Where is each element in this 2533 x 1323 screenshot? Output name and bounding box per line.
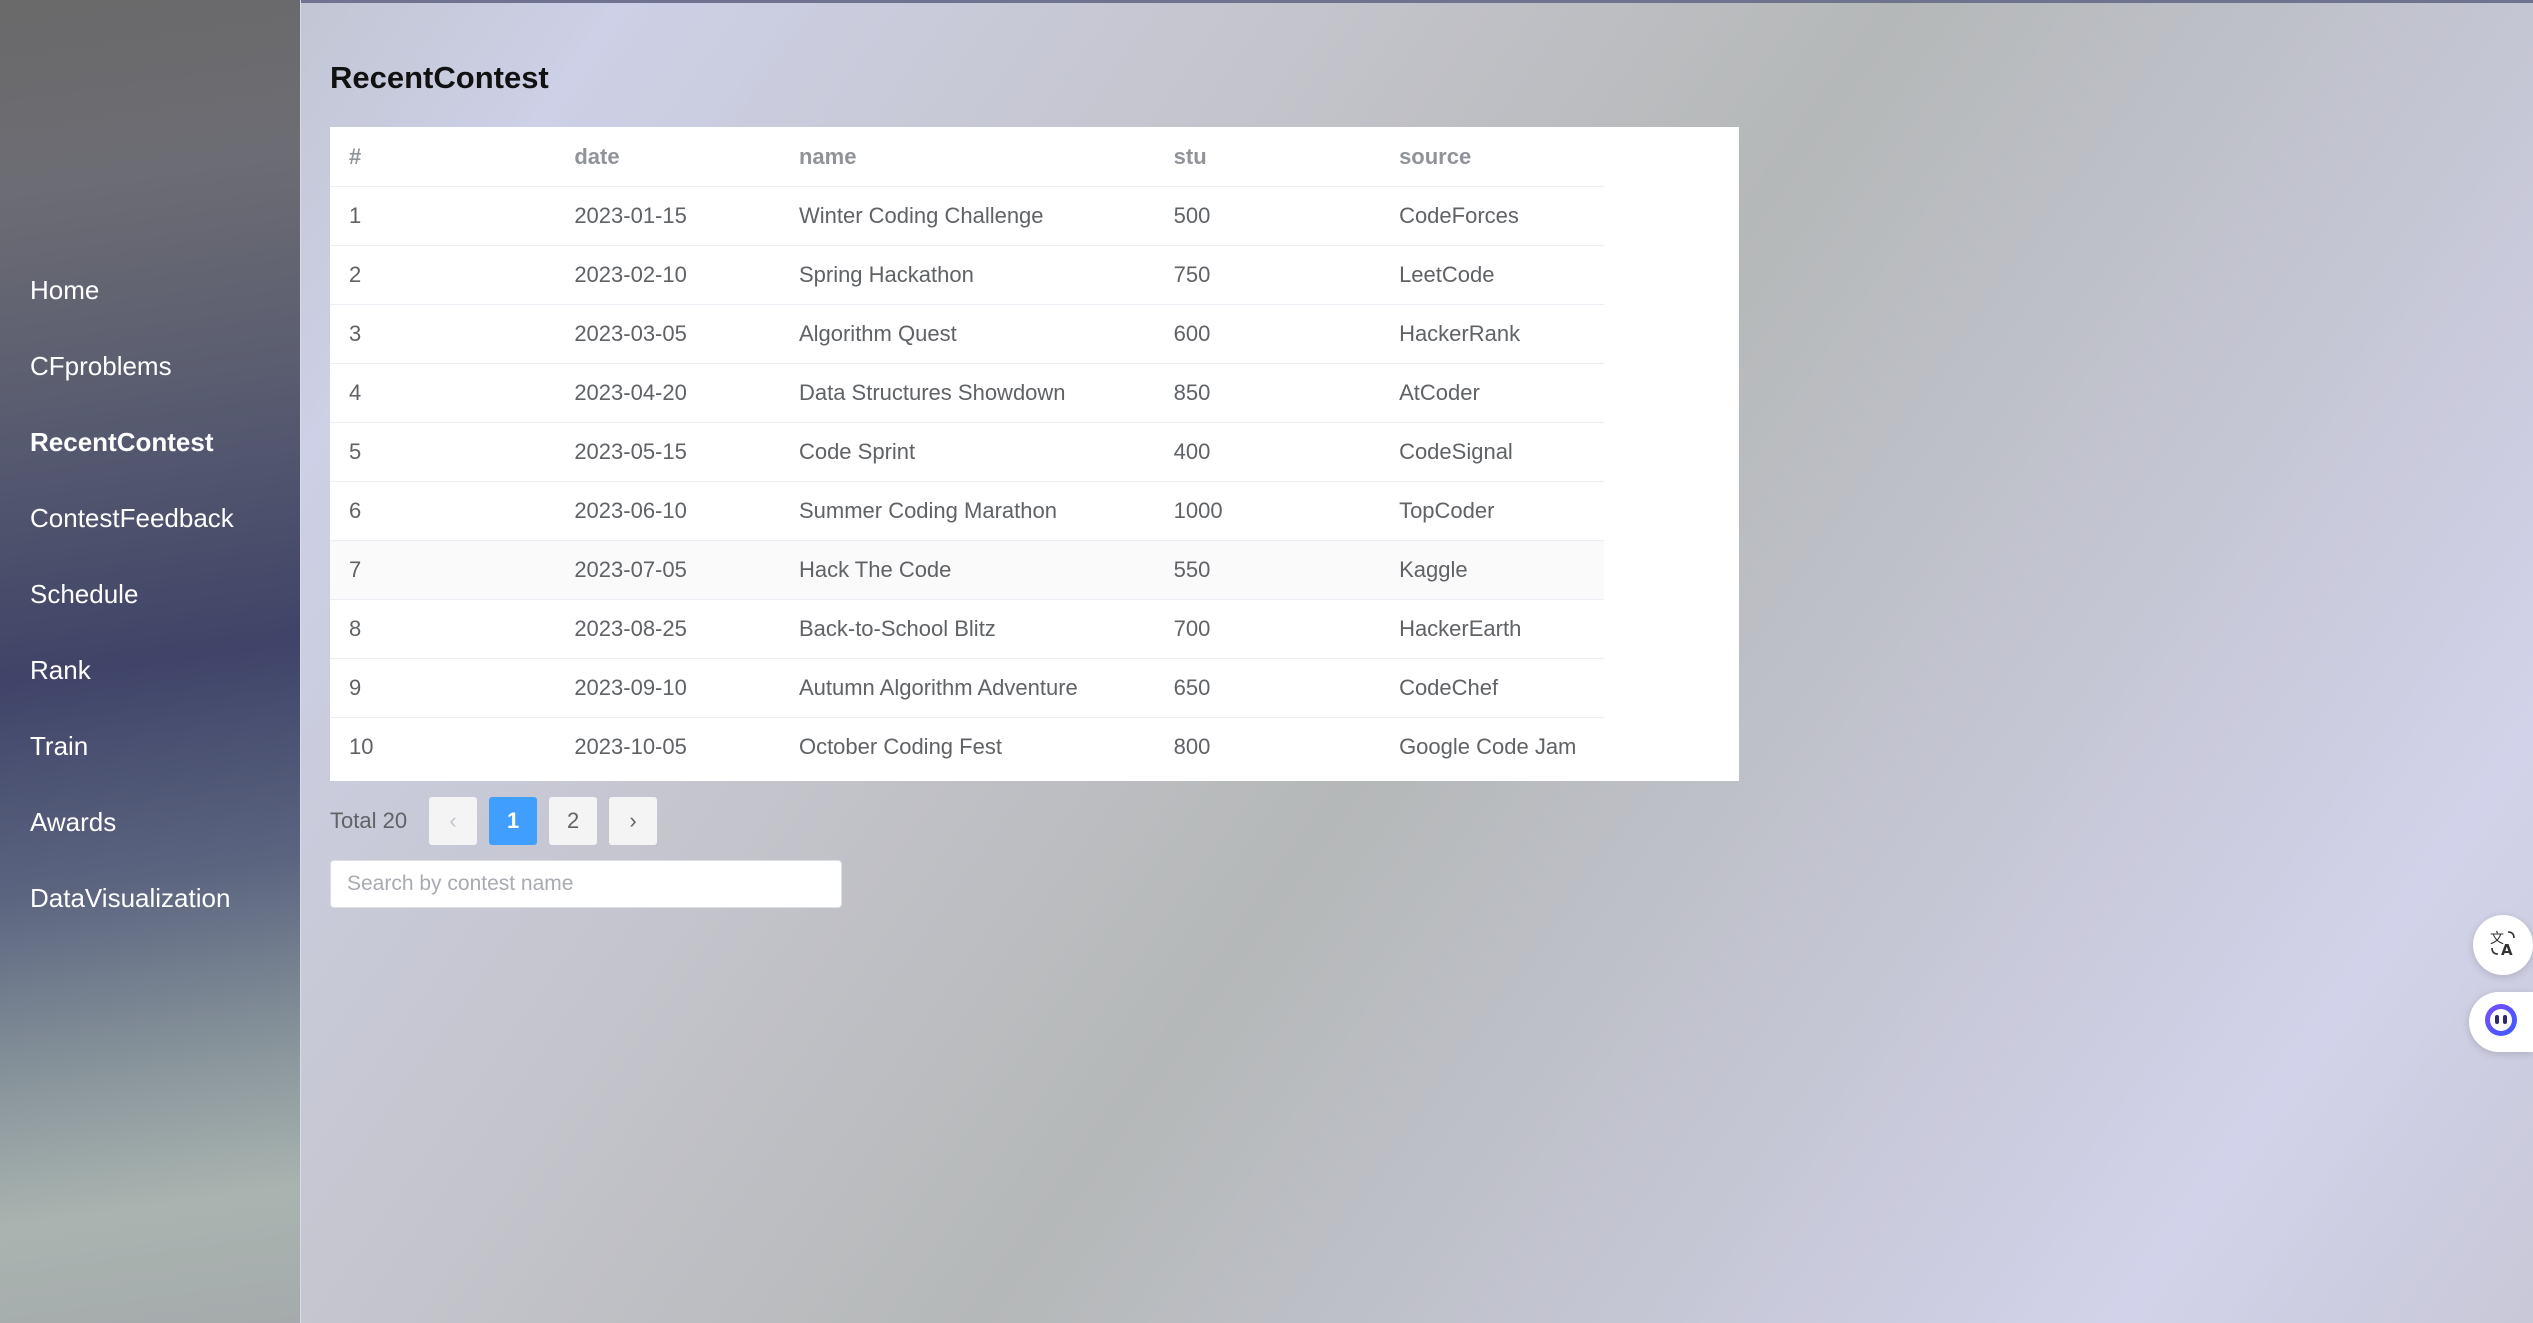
cell-index: 6	[330, 481, 556, 541]
sidebar-item-cfproblems[interactable]: CFproblems	[0, 328, 300, 404]
cell-name: Algorithm Quest	[779, 304, 1155, 364]
table-row[interactable]: 8 2023-08-25 Back-to-School Blitz 700 Ha…	[330, 599, 1604, 659]
cell-index: 5	[330, 422, 556, 482]
cell-date: 2023-09-10	[555, 658, 780, 718]
cell-name: Code Sprint	[779, 422, 1155, 482]
cell-date: 2023-04-20	[555, 363, 780, 423]
cell-stu: 650	[1154, 658, 1381, 718]
cell-name: Autumn Algorithm Adventure	[779, 658, 1155, 718]
cell-date: 2023-07-05	[555, 540, 780, 600]
table-row[interactable]: 9 2023-09-10 Autumn Algorithm Adventure …	[330, 658, 1604, 718]
chevron-left-icon: ‹	[449, 808, 457, 833]
cell-date: 2023-06-10	[555, 481, 780, 541]
cell-date: 2023-01-15	[555, 186, 780, 246]
table-row[interactable]: 3 2023-03-05 Algorithm Quest 600 HackerR…	[330, 304, 1604, 364]
next-page-button[interactable]: ›	[609, 797, 658, 845]
sidebar-item-train[interactable]: Train	[0, 708, 300, 784]
cell-source: HackerEarth	[1380, 599, 1604, 659]
cell-source: Kaggle	[1380, 540, 1604, 600]
assistant-icon	[2482, 1001, 2520, 1044]
contest-table: # date name stu source 1 2023-01-15 Wint…	[330, 127, 1604, 776]
cell-name: Back-to-School Blitz	[779, 599, 1155, 659]
pagination-total: Total 20	[330, 808, 408, 833]
svg-text:A: A	[2501, 941, 2513, 958]
cell-source: Google Code Jam	[1399, 734, 1577, 759]
cell-index: 2	[330, 245, 556, 305]
sidebar-nav: Home CFproblems RecentContest ContestFee…	[0, 252, 300, 936]
cell-date: 2023-10-05	[574, 734, 687, 759]
cell-source: AtCoder	[1380, 363, 1604, 423]
assistant-button[interactable]	[2469, 992, 2533, 1052]
cell-stu: 850	[1154, 363, 1381, 423]
translate-button[interactable]: 文 A	[2473, 915, 2533, 975]
cell-index: 1	[330, 186, 556, 246]
cell-name: Spring Hackathon	[779, 245, 1155, 305]
cell-source: CodeChef	[1380, 658, 1604, 718]
contest-search-input[interactable]	[330, 860, 842, 908]
contest-table-card: # date name stu source 1 2023-01-15 Wint…	[330, 127, 1739, 781]
table-row[interactable]: 4 2023-04-20 Data Structures Showdown 85…	[330, 363, 1604, 423]
cell-date: 2023-03-05	[555, 304, 780, 364]
translate-icon: 文 A	[2488, 928, 2518, 963]
cell-index: 7	[330, 540, 556, 600]
sidebar-item-home[interactable]: Home	[0, 252, 300, 328]
table-row[interactable]: 5 2023-05-15 Code Sprint 400 CodeSignal	[330, 422, 1604, 482]
pagination: Total 20 ‹ 1 2 ›	[330, 797, 669, 845]
cell-stu: 400	[1154, 422, 1381, 482]
table-row[interactable]: 7 2023-07-05 Hack The Code 550 Kaggle	[330, 540, 1604, 600]
cell-source: LeetCode	[1380, 245, 1604, 305]
cell-stu: 800	[1173, 734, 1211, 759]
page-button-2[interactable]: 2	[549, 797, 598, 845]
column-header-stu[interactable]: stu	[1154, 127, 1381, 187]
sidebar-item-rank[interactable]: Rank	[0, 632, 300, 708]
page-title: RecentContest	[330, 60, 549, 95]
sidebar-item-recentcontest[interactable]: RecentContest	[0, 404, 300, 480]
column-header-name[interactable]: name	[779, 127, 1155, 187]
cell-stu: 550	[1154, 540, 1381, 600]
column-header-index[interactable]: #	[330, 127, 556, 187]
cell-date: 2023-08-25	[555, 599, 780, 659]
cell-stu: 500	[1154, 186, 1381, 246]
cell-source: CodeSignal	[1380, 422, 1604, 482]
cell-name: Winter Coding Challenge	[779, 186, 1155, 246]
cell-name: Hack The Code	[779, 540, 1155, 600]
sidebar: Home CFproblems RecentContest ContestFee…	[0, 0, 301, 1323]
cell-name: Data Structures Showdown	[779, 363, 1155, 423]
cell-source: HackerRank	[1380, 304, 1604, 364]
cell-stu: 1000	[1154, 481, 1381, 541]
cell-index: 8	[330, 599, 556, 659]
prev-page-button[interactable]: ‹	[429, 797, 478, 845]
column-header-source[interactable]: source	[1380, 127, 1604, 187]
table-row[interactable]: 2 2023-02-10 Spring Hackathon 750 LeetCo…	[330, 245, 1604, 305]
cell-stu: 750	[1154, 245, 1381, 305]
cell-index: 3	[330, 304, 556, 364]
column-header-date[interactable]: date	[555, 127, 780, 187]
cell-index: 10	[349, 734, 374, 759]
cell-index: 9	[330, 658, 556, 718]
cell-source: CodeForces	[1380, 186, 1604, 246]
cell-name: October Coding Fest	[798, 734, 1002, 759]
cell-source: TopCoder	[1380, 481, 1604, 541]
sidebar-item-contestfeedback[interactable]: ContestFeedback	[0, 480, 300, 556]
cell-index: 4	[330, 363, 556, 423]
table-row[interactable]: 6 2023-06-10 Summer Coding Marathon 1000…	[330, 481, 1604, 541]
table-header-row: # date name stu source	[330, 127, 1604, 187]
table-row[interactable]: 10 2023-10-05 October Coding Fest 800 Go…	[330, 718, 1604, 777]
cell-name: Summer Coding Marathon	[779, 481, 1155, 541]
sidebar-item-datavisualization[interactable]: DataVisualization	[0, 860, 300, 936]
top-border	[0, 0, 2533, 3]
cell-date: 2023-05-15	[555, 422, 780, 482]
page-button-1[interactable]: 1	[489, 797, 538, 845]
table-row[interactable]: 1 2023-01-15 Winter Coding Challenge 500…	[330, 186, 1604, 246]
cell-stu: 600	[1154, 304, 1381, 364]
cell-date: 2023-02-10	[555, 245, 780, 305]
sidebar-item-awards[interactable]: Awards	[0, 784, 300, 860]
chevron-right-icon: ›	[629, 808, 637, 833]
cell-stu: 700	[1154, 599, 1381, 659]
sidebar-item-schedule[interactable]: Schedule	[0, 556, 300, 632]
